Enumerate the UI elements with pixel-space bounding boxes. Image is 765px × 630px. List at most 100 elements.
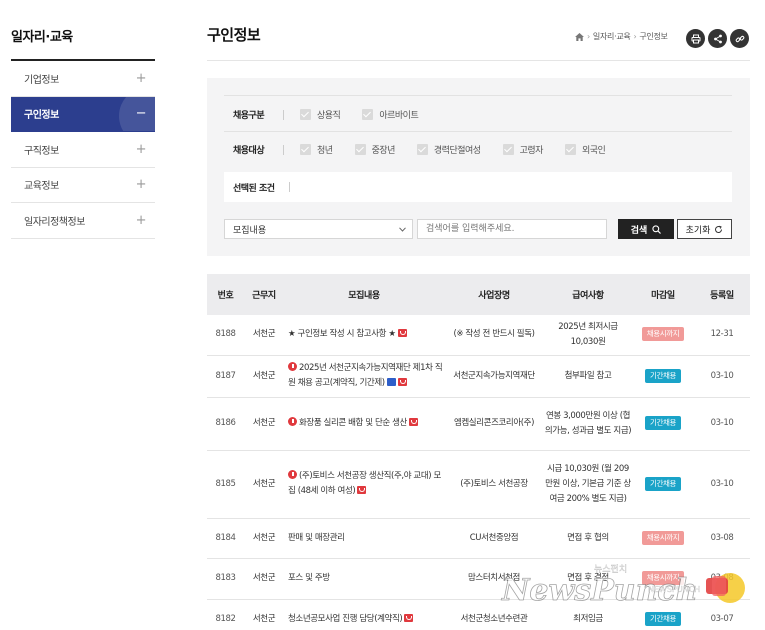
checkbox-youth[interactable]: 청년 xyxy=(300,143,333,156)
search-button[interactable]: 검색 xyxy=(618,219,674,239)
checkbox-icon xyxy=(362,109,374,120)
filter-separator xyxy=(289,182,290,192)
checkbox-icon xyxy=(300,109,311,120)
chevron-right-icon: › xyxy=(587,32,590,41)
cell-date: 03-08 xyxy=(694,558,750,600)
selected-conditions: 선택된 조건 xyxy=(224,172,732,202)
attachment-icon xyxy=(386,378,396,386)
deadline-badge: 채용시까지 xyxy=(641,327,685,342)
cell-number: 8185 xyxy=(207,450,244,519)
cell-pay: 2025년 최저시급 10,030원 xyxy=(544,315,632,356)
cell-company: 서천군지속가능지역재단 xyxy=(444,355,544,398)
cell-pay: 면접 후 협의 xyxy=(544,518,632,559)
filter-label: 채용구분 xyxy=(233,111,265,121)
cell-location: 서천군 xyxy=(244,450,284,519)
job-title-link[interactable]: 화장품 실리콘 배합 및 단순 생산 xyxy=(299,418,407,428)
filter-separator xyxy=(283,109,284,120)
table-row[interactable]: 8183 서천군 포스 및 주방 맘스터치서천점 면접 후 결정 채용시까지 0… xyxy=(207,558,750,600)
cell-number: 8183 xyxy=(207,558,244,600)
column-header: 마감일 xyxy=(651,291,675,301)
home-icon[interactable] xyxy=(575,32,584,41)
share-icon xyxy=(713,34,722,43)
sidebar-item-company-info[interactable]: 기업정보 + xyxy=(11,61,155,97)
sidebar-item-label: 구직정보 xyxy=(24,145,59,157)
alert-icon xyxy=(288,362,297,371)
checkbox-part-time[interactable]: 아르바이트 xyxy=(362,108,419,121)
job-title-link[interactable]: 청소년공모사업 진행 담당(계약직) xyxy=(288,614,403,624)
plus-icon: + xyxy=(135,177,147,193)
checkbox-regular[interactable]: 상용직 xyxy=(300,108,341,121)
sidebar-title: 일자리·교육 xyxy=(11,30,73,45)
job-title-link[interactable]: 판매 및 매장관리 xyxy=(288,533,345,543)
deadline-badge: 기간채용 xyxy=(645,368,681,383)
print-button[interactable] xyxy=(686,29,705,48)
job-title-link[interactable]: 2025년 서천군지속가능지역재단 제1차 직원 채용 공고(계약직, 기간제) xyxy=(288,363,443,388)
cell-number: 8186 xyxy=(207,397,244,451)
checkbox-icon xyxy=(416,144,428,155)
cell-date: 12-31 xyxy=(694,315,750,356)
link-icon xyxy=(735,35,744,42)
filter-separator xyxy=(283,144,284,155)
sidebar-item-education[interactable]: 교육정보 + xyxy=(11,168,155,203)
filter-label: 선택된 조건 xyxy=(233,183,275,194)
sidebar-item-job-offers[interactable]: 구인정보 − xyxy=(11,96,155,132)
search-input[interactable] xyxy=(417,219,607,239)
table-row[interactable]: 8184 서천군 판매 및 매장관리 CU서천중앙점 면접 후 협의 채용시까지… xyxy=(207,518,750,559)
cell-title[interactable]: 판매 및 매장관리 xyxy=(284,518,444,559)
sidebar-item-job-policy[interactable]: 일자리정책정보 + xyxy=(11,203,155,239)
deadline-badge: 기간채용 xyxy=(645,611,681,626)
table-row[interactable]: 8182 서천군 청소년공모사업 진행 담당(계약직) 서천군청소년수련관 최저… xyxy=(207,599,750,630)
cell-number: 8182 xyxy=(207,599,244,630)
breadcrumb-item[interactable]: 일자리·교육 xyxy=(593,31,631,42)
search-field-select[interactable]: 모집내용 xyxy=(224,219,413,239)
cell-location: 서천군 xyxy=(244,397,284,451)
deadline-badge: 기간채용 xyxy=(645,416,681,430)
table-row[interactable]: 8185 서천군 (주)토비스 서천공장 생산직(주,야 교대) 모집 (48세… xyxy=(207,450,750,519)
checkbox-label: 청년 xyxy=(317,146,333,156)
table-row[interactable]: 8188 서천군 ★ 구인정보 작성 시 참고사항 ★ (※ 작성 전 반드시 … xyxy=(207,315,750,356)
chevron-right-icon: › xyxy=(633,32,637,41)
job-title-link[interactable]: 포스 및 주방 xyxy=(288,573,330,583)
checkbox-elderly[interactable]: 고령자 xyxy=(502,143,543,156)
table-row[interactable]: 8187 서천군 2025년 서천군지속가능지역재단 제1차 직원 채용 공고(… xyxy=(207,355,750,398)
header-actions xyxy=(686,29,749,48)
column-header: 번호 xyxy=(217,291,234,301)
table-row[interactable]: 8186 서천군 화장품 실리콘 배합 및 단순 생산 엠켐실리콘즈코리아(주)… xyxy=(207,397,750,451)
filter-label: 채용대상 xyxy=(233,146,265,156)
column-header: 등록일 xyxy=(710,291,734,301)
cell-title[interactable]: 2025년 서천군지속가능지역재단 제1차 직원 채용 공고(계약직, 기간제) xyxy=(284,355,444,398)
plus-icon: + xyxy=(135,212,147,228)
cell-number: 8184 xyxy=(207,518,244,559)
cell-date: 03-07 xyxy=(694,599,750,630)
cell-title[interactable]: ★ 구인정보 작성 시 참고사항 ★ xyxy=(284,315,444,356)
reset-button[interactable]: 초기화 xyxy=(677,219,732,239)
cell-deadline: 기간채용 xyxy=(632,450,694,519)
sidebar-item-label: 구인정보 xyxy=(24,110,59,122)
filter-divider xyxy=(224,95,732,96)
tag-icon xyxy=(408,418,418,426)
cell-pay: 연봉 3,000만원 이상 (협의가능, 성과급 별도 지급) xyxy=(544,397,632,451)
plus-icon: + xyxy=(135,141,147,157)
checkbox-label: 아르바이트 xyxy=(379,111,419,121)
cell-title[interactable]: 청소년공모사업 진행 담당(계약직) xyxy=(284,599,444,630)
sidebar-item-job-seekers[interactable]: 구직정보 + xyxy=(11,132,155,168)
checkbox-foreigner[interactable]: 외국인 xyxy=(564,143,606,156)
checkbox-career-break-women[interactable]: 경력단절여성 xyxy=(416,143,481,156)
deadline-badge: 채용시까지 xyxy=(641,530,685,545)
column-header: 사업장명 xyxy=(478,291,510,301)
plus-icon: + xyxy=(135,70,147,86)
checkbox-middle-aged[interactable]: 중장년 xyxy=(354,143,395,156)
cell-company: (주)토비스 서천공장 xyxy=(444,450,544,519)
filter-employment-type: 채용구분 상용직 아르바이트 xyxy=(233,108,440,121)
cell-title[interactable]: 포스 및 주방 xyxy=(284,558,444,600)
sidebar-item-label: 기업정보 xyxy=(24,74,59,86)
search-button-label: 검색 xyxy=(630,225,648,236)
tag-icon xyxy=(357,486,367,494)
cell-deadline: 채용시까지 xyxy=(632,518,694,559)
cell-title[interactable]: (주)토비스 서천공장 생산직(주,야 교대) 모집 (48세 이하 여성) xyxy=(284,450,444,519)
share-button[interactable] xyxy=(708,29,727,48)
job-title-link[interactable]: ★ 구인정보 작성 시 참고사항 ★ xyxy=(288,329,396,339)
cell-title[interactable]: 화장품 실리콘 배합 및 단순 생산 xyxy=(284,397,444,451)
breadcrumb-item-current: 구인정보 xyxy=(639,32,668,41)
copy-link-button[interactable] xyxy=(730,29,749,48)
